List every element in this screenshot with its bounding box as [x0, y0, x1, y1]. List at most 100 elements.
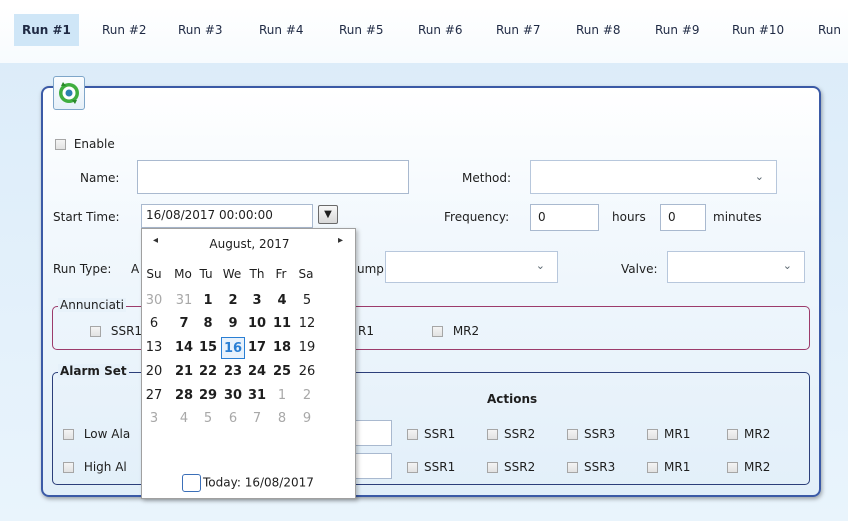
calendar-day[interactable]: 7 [245, 408, 269, 430]
calendar-day[interactable]: 4 [270, 290, 294, 312]
calendar-day[interactable]: 21 [172, 361, 196, 383]
calendar-day[interactable]: 13 [142, 337, 166, 359]
checkbox[interactable] [407, 429, 418, 440]
calendar-day[interactable]: 18 [270, 337, 294, 359]
checkbox[interactable] [727, 462, 738, 473]
calendar-day[interactable]: 1 [196, 290, 220, 312]
calendar-day[interactable]: 5 [196, 408, 220, 430]
calendar-day[interactable]: 11 [270, 313, 294, 335]
low-action-ssr1[interactable]: SSR1 [407, 427, 455, 441]
tab-run-11[interactable]: Run [810, 14, 848, 46]
calendar-day[interactable]: 2 [295, 385, 319, 407]
annunciation-mr2-checkbox[interactable] [432, 326, 443, 337]
annunciation-ssr1-checkbox[interactable] [90, 326, 101, 337]
checkbox[interactable] [727, 429, 738, 440]
low-action-ssr3[interactable]: SSR3 [567, 427, 615, 441]
annunciation-mr2[interactable]: MR2 [432, 324, 479, 338]
high-action-ssr1[interactable]: SSR1 [407, 460, 455, 474]
calendar-day[interactable]: 14 [172, 337, 196, 359]
low-action-ssr2[interactable]: SSR2 [487, 427, 535, 441]
start-time-field[interactable]: 16/08/2017 00:00:00 [141, 204, 313, 228]
checkbox[interactable] [567, 429, 578, 440]
calendar-day[interactable]: 27 [142, 385, 166, 407]
checkbox[interactable] [647, 429, 658, 440]
low-alarm-checkbox[interactable] [63, 429, 74, 440]
annunciation-ssr1[interactable]: SSR1 [90, 324, 142, 338]
valve-dropdown[interactable]: ⌄ [667, 251, 805, 283]
low-alarm-row[interactable]: Low Ala [63, 427, 130, 441]
calendar-day[interactable]: 30 [221, 385, 245, 407]
checkbox[interactable] [647, 462, 658, 473]
calendar-day[interactable]: 5 [295, 290, 319, 312]
high-alarm-checkbox[interactable] [63, 462, 74, 473]
calendar-day[interactable]: 3 [245, 290, 269, 312]
pump-dropdown[interactable]: ⌄ [385, 251, 558, 283]
calendar-day[interactable]: 9 [221, 313, 245, 335]
calendar-day[interactable]: 24 [245, 361, 269, 383]
tab-run-5[interactable]: Run #5 [331, 14, 392, 46]
calendar-day[interactable]: 29 [196, 385, 220, 407]
tab-run-4[interactable]: Run #4 [251, 14, 312, 46]
tab-run-1[interactable]: Run #1 [14, 14, 79, 46]
high-alarm-value-field[interactable] [355, 453, 392, 479]
calendar-day[interactable]: 7 [172, 313, 196, 335]
high-action-ssr3[interactable]: SSR3 [567, 460, 615, 474]
high-alarm-row[interactable]: High Al [63, 460, 127, 474]
calendar-day[interactable]: 20 [142, 361, 166, 383]
checkbox[interactable] [567, 462, 578, 473]
enable-checkbox[interactable] [55, 139, 66, 150]
method-dropdown[interactable]: ⌄ [530, 160, 777, 194]
calendar-day[interactable]: 23 [221, 361, 245, 383]
frequency-minutes-field[interactable]: 0 [660, 204, 706, 231]
calendar-day[interactable]: 10 [245, 313, 269, 335]
frequency-hours-field[interactable]: 0 [530, 204, 599, 231]
low-action-mr1[interactable]: MR1 [647, 427, 690, 441]
minutes-label: minutes [713, 210, 762, 224]
calendar-day[interactable]: 8 [196, 313, 220, 335]
tab-run-9[interactable]: Run #9 [647, 14, 708, 46]
calendar-day[interactable]: 6 [221, 408, 245, 430]
calendar-day[interactable]: 17 [245, 337, 269, 359]
calendar-day[interactable]: 22 [196, 361, 220, 383]
dropdown-arrow-icon: ▼ [324, 209, 332, 220]
calendar-day[interactable]: 8 [270, 408, 294, 430]
calendar-day[interactable]: 30 [142, 290, 166, 312]
tab-run-3[interactable]: Run #3 [170, 14, 231, 46]
calendar-day[interactable]: 2 [221, 290, 245, 312]
calendar-month-label[interactable]: August, 2017 [142, 237, 357, 251]
checkbox[interactable] [487, 429, 498, 440]
calendar-day[interactable]: 19 [295, 337, 319, 359]
calendar-day[interactable]: 31 [245, 385, 269, 407]
calendar-day[interactable]: 16 [221, 337, 245, 359]
high-action-mr2[interactable]: MR2 [727, 460, 770, 474]
low-action-mr2[interactable]: MR2 [727, 427, 770, 441]
low-alarm-value-field[interactable] [355, 420, 392, 446]
enable-checkbox-row[interactable]: Enable [55, 137, 115, 151]
checkbox[interactable] [487, 462, 498, 473]
calendar-day[interactable]: 3 [142, 408, 166, 430]
calendar-day[interactable]: 31 [172, 290, 196, 312]
high-action-ssr2[interactable]: SSR2 [487, 460, 535, 474]
calendar-day[interactable]: 9 [295, 408, 319, 430]
calendar-day[interactable]: 6 [142, 313, 166, 335]
calendar-day[interactable]: 15 [196, 337, 220, 359]
high-action-mr1[interactable]: MR1 [647, 460, 690, 474]
calendar-day[interactable]: 4 [172, 408, 196, 430]
next-month-icon[interactable]: ▸ [338, 235, 343, 246]
calendar-day[interactable]: 26 [295, 361, 319, 383]
calendar-day[interactable]: 12 [295, 313, 319, 335]
today-button[interactable]: Today: 16/08/2017 [182, 474, 314, 492]
tab-run-8[interactable]: Run #8 [568, 14, 629, 46]
calendar-toggle-button[interactable]: ▼ [318, 205, 338, 224]
checkbox[interactable] [407, 462, 418, 473]
name-field[interactable] [137, 160, 409, 194]
tab-run-2[interactable]: Run #2 [94, 14, 155, 46]
calendar-day[interactable]: 25 [270, 361, 294, 383]
calendar-day[interactable]: 28 [172, 385, 196, 407]
tab-run-10[interactable]: Run #10 [724, 14, 792, 46]
action-label: SSR1 [424, 460, 456, 474]
tab-run-6[interactable]: Run #6 [410, 14, 471, 46]
run-now-button[interactable] [53, 76, 85, 110]
tab-run-7[interactable]: Run #7 [488, 14, 549, 46]
calendar-day[interactable]: 1 [270, 385, 294, 407]
